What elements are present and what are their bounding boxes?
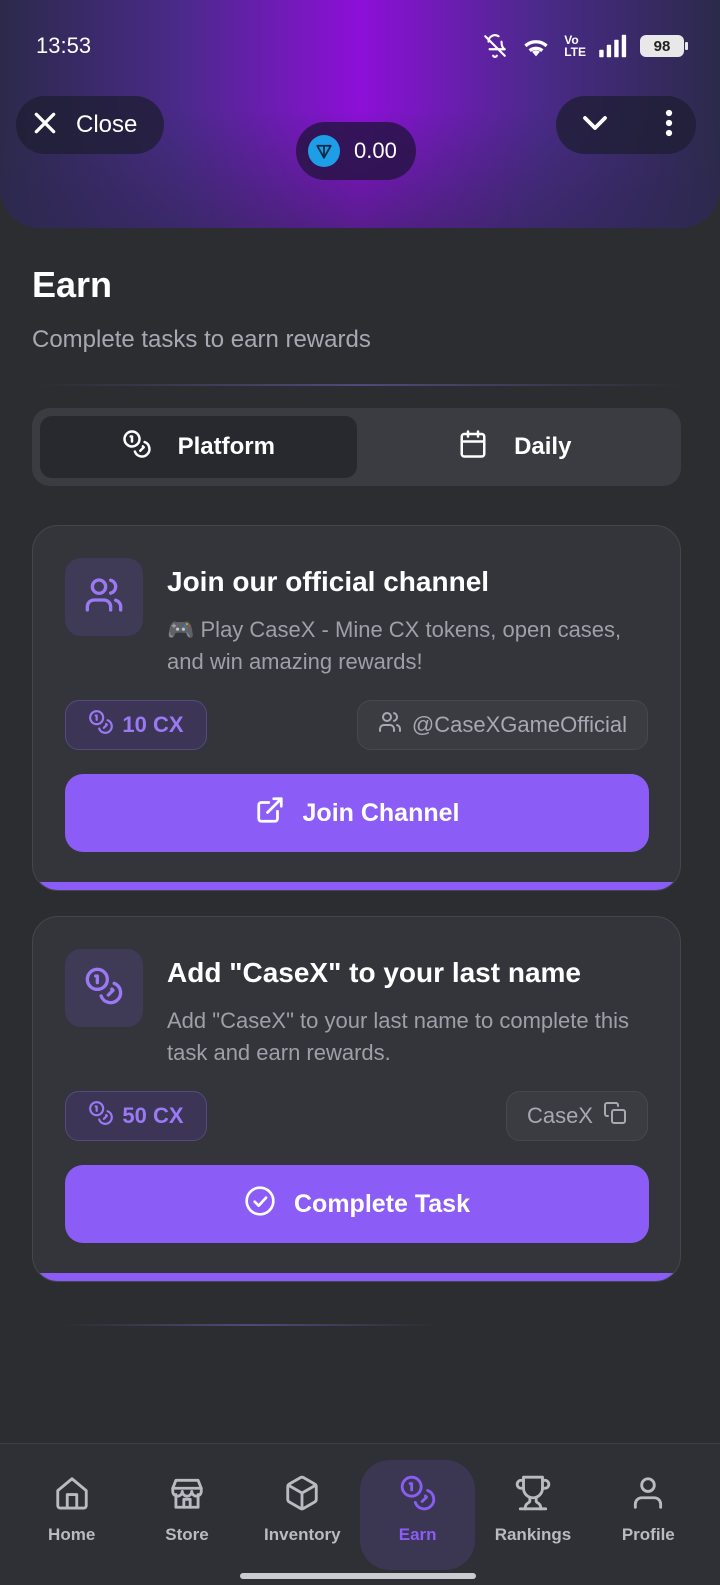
page-title: Earn bbox=[32, 264, 113, 305]
mute-icon bbox=[482, 33, 508, 59]
channel-handle: @CaseXGameOfficial bbox=[411, 712, 627, 737]
task-card: Add "CaseX" to your last name Add "CaseX… bbox=[32, 916, 681, 1282]
divider bbox=[60, 1324, 440, 1326]
coins-icon bbox=[122, 429, 152, 466]
close-icon bbox=[32, 110, 58, 141]
coins-icon bbox=[84, 966, 124, 1011]
task-icon-box bbox=[65, 949, 143, 1027]
nav-item-inventory[interactable]: Inventory bbox=[245, 1444, 360, 1585]
tab-label: Platform bbox=[177, 433, 275, 460]
box-icon bbox=[283, 1474, 321, 1517]
button-label: Join Channel bbox=[302, 798, 460, 827]
chevron-down-icon[interactable] bbox=[580, 108, 610, 143]
task-tabs: Platform Daily bbox=[32, 408, 681, 486]
check-circle-icon bbox=[244, 1185, 276, 1224]
card-accent-bar bbox=[33, 882, 680, 890]
button-label: Complete Task bbox=[294, 1189, 470, 1218]
nav-label: Profile bbox=[621, 1525, 675, 1544]
status-icons: Vo LTE 98 bbox=[482, 33, 688, 59]
task-description: 🎮 Play CaseX - Mine CX tokens, open case… bbox=[167, 617, 622, 674]
calendar-icon bbox=[458, 429, 488, 466]
task-icon-box bbox=[65, 558, 143, 636]
nav-item-home[interactable]: Home bbox=[14, 1444, 129, 1585]
nav-label: Store bbox=[165, 1525, 209, 1544]
balance-value: 0.00 bbox=[354, 138, 397, 163]
complete-task-button[interactable]: Complete Task bbox=[65, 1165, 649, 1243]
ton-icon bbox=[308, 135, 340, 167]
window-controls bbox=[556, 96, 696, 154]
task-title: Add "CaseX" to your last name bbox=[167, 957, 581, 988]
nav-item-earn[interactable]: Earn bbox=[359, 1460, 476, 1570]
trophy-icon bbox=[514, 1474, 552, 1517]
users-icon bbox=[84, 575, 124, 620]
task-description: Add "CaseX" to your last name to complet… bbox=[167, 1008, 629, 1065]
nav-label: Home bbox=[48, 1525, 96, 1544]
bottom-nav: Home Store Inventory Earn Rankings Profi… bbox=[0, 1443, 720, 1585]
close-label: Close bbox=[76, 111, 138, 138]
tab-daily[interactable]: Daily bbox=[357, 416, 674, 478]
nav-item-store[interactable]: Store bbox=[129, 1444, 244, 1585]
page-subtitle: Complete tasks to earn rewards bbox=[32, 326, 371, 353]
coins-icon bbox=[88, 1100, 114, 1132]
copy-icon bbox=[603, 1101, 627, 1131]
join-channel-button[interactable]: Join Channel bbox=[65, 774, 649, 852]
home-indicator bbox=[240, 1573, 476, 1579]
external-link-icon bbox=[255, 795, 285, 832]
nav-item-profile[interactable]: Profile bbox=[591, 1444, 706, 1585]
volte-bottom-label: LTE bbox=[564, 45, 586, 59]
nav-item-rankings[interactable]: Rankings bbox=[475, 1444, 590, 1585]
home-icon bbox=[53, 1474, 91, 1517]
channel-handle-chip[interactable]: @CaseXGameOfficial bbox=[356, 700, 648, 750]
tab-platform[interactable]: Platform bbox=[40, 416, 357, 478]
coins-icon bbox=[88, 709, 114, 741]
card-accent-bar bbox=[33, 1273, 680, 1281]
wifi-icon bbox=[520, 33, 552, 59]
status-bar: 13:53 Vo LTE 98 bbox=[0, 0, 720, 92]
more-vertical-icon[interactable] bbox=[664, 108, 674, 143]
task-card: Join our official channel 🎮 Play CaseX -… bbox=[32, 525, 681, 891]
divider bbox=[32, 384, 688, 386]
close-button[interactable]: Close bbox=[16, 96, 164, 154]
task-title: Join our official channel bbox=[167, 566, 490, 597]
reward-amount: 10 CX bbox=[122, 712, 184, 737]
nav-label: Earn bbox=[398, 1525, 437, 1544]
users-icon bbox=[378, 710, 402, 740]
nav-label: Inventory bbox=[264, 1525, 341, 1544]
store-icon bbox=[168, 1474, 206, 1517]
reward-badge: 10 CX bbox=[65, 700, 207, 750]
copy-text-chip[interactable]: CaseX bbox=[505, 1091, 648, 1141]
balance-display[interactable]: 0.00 bbox=[296, 122, 416, 180]
copy-text: CaseX bbox=[526, 1103, 593, 1128]
signal-icon bbox=[598, 33, 628, 59]
reward-amount: 50 CX bbox=[122, 1103, 184, 1128]
battery-icon: 98 bbox=[640, 35, 688, 57]
coins-icon bbox=[399, 1474, 437, 1517]
app-header: 13:53 Vo LTE 98 Close 0.00 bbox=[0, 0, 720, 228]
tab-label: Daily bbox=[514, 433, 572, 460]
user-icon bbox=[629, 1474, 667, 1517]
status-time: 13:53 bbox=[36, 33, 92, 58]
volte-icon: Vo LTE bbox=[564, 34, 586, 58]
nav-label: Rankings bbox=[494, 1525, 572, 1544]
reward-badge: 50 CX bbox=[65, 1091, 207, 1141]
